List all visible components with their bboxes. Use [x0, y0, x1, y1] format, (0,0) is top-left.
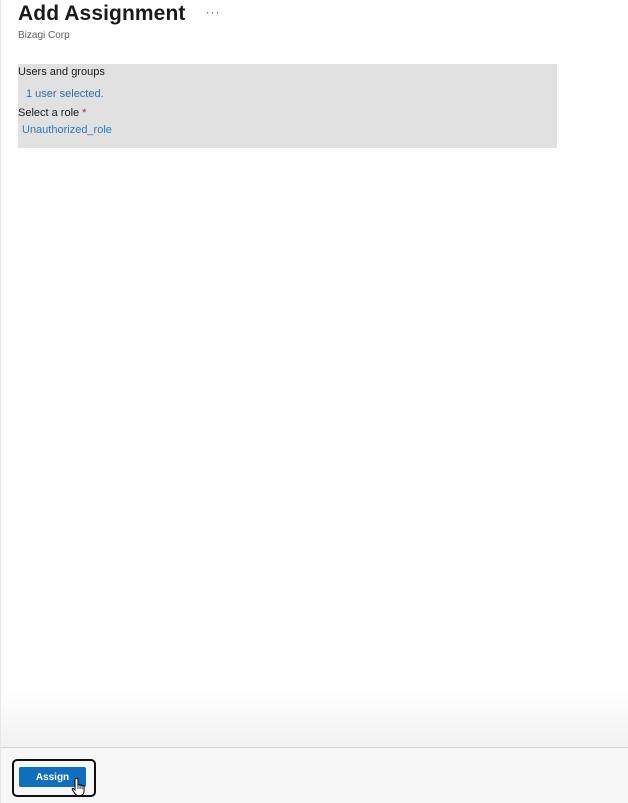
select-role-label-text: Select a role [18, 107, 80, 119]
select-role-label: Select a role * [18, 107, 86, 119]
assignment-form-section: Users and groups 1 user selected. Select… [18, 64, 557, 148]
footer-shade [1, 690, 628, 747]
footer-bar: Assign [1, 747, 628, 803]
users-selected-link[interactable]: 1 user selected. [26, 88, 104, 100]
assign-button-highlight: Assign [12, 759, 96, 797]
title-row: Add Assignment ··· [18, 2, 220, 26]
users-and-groups-label: Users and groups [18, 66, 105, 78]
more-options-icon[interactable]: ··· [205, 5, 220, 19]
selected-role-link[interactable]: Unauthorized_role [22, 124, 112, 136]
add-assignment-page: Add Assignment ··· Bizagi Corp Users and… [0, 0, 628, 803]
page-subtitle: Bizagi Corp [18, 30, 70, 41]
page-header: Add Assignment ··· Bizagi Corp [18, 2, 220, 41]
page-title: Add Assignment [18, 2, 186, 25]
hand-pointer-cursor-icon [71, 777, 85, 797]
required-indicator: * [82, 107, 87, 119]
